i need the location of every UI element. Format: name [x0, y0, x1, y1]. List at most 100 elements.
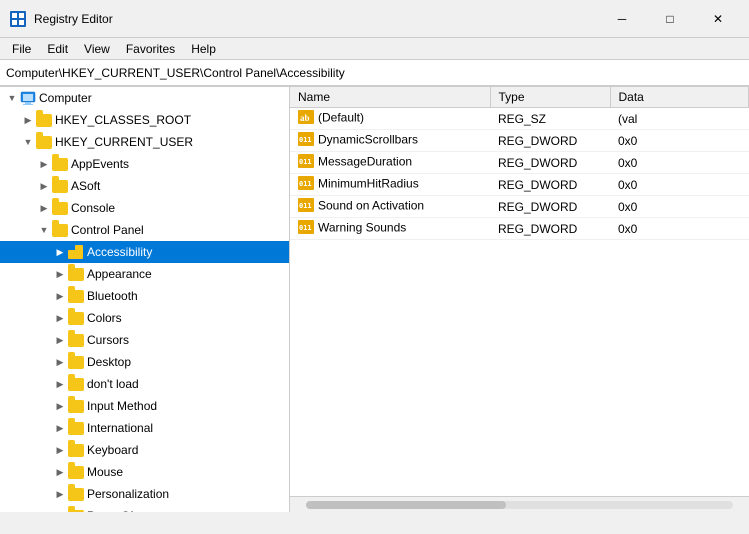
cell-type: REG_DWORD — [490, 196, 610, 218]
table-row[interactable]: 011 Sound on ActivationREG_DWORD0x0 — [290, 196, 749, 218]
menu-help[interactable]: Help — [183, 40, 224, 58]
expand-keyboard[interactable] — [52, 442, 68, 458]
folder-icon-desktop — [68, 354, 84, 370]
tree-item-personalization[interactable]: Personalization — [0, 483, 289, 505]
tree-item-accessibility[interactable]: Accessibility — [0, 241, 289, 263]
close-button[interactable]: ✕ — [695, 4, 741, 34]
expand-hkey-current[interactable] — [20, 134, 36, 150]
menu-view[interactable]: View — [76, 40, 118, 58]
col-data[interactable]: Data — [610, 87, 749, 108]
folder-icon-personalization — [68, 486, 84, 502]
svg-text:011: 011 — [299, 180, 312, 188]
expand-personalization[interactable] — [52, 486, 68, 502]
tree-label-inputmethod: Input Method — [87, 399, 157, 413]
tree-item-colors[interactable]: Colors — [0, 307, 289, 329]
tree-item-mouse[interactable]: Mouse — [0, 461, 289, 483]
address-text: Computer\HKEY_CURRENT_USER\Control Panel… — [6, 66, 345, 80]
minimize-button[interactable]: ─ — [599, 4, 645, 34]
tree-item-asoft[interactable]: ASoft — [0, 175, 289, 197]
expand-hkey-classes[interactable] — [20, 112, 36, 128]
tree-label-appearance: Appearance — [87, 267, 152, 281]
tree-item-appevents[interactable]: AppEvents — [0, 153, 289, 175]
cell-type: REG_SZ — [490, 108, 610, 130]
expand-mouse[interactable] — [52, 464, 68, 480]
tree-item-hkey-classes[interactable]: HKEY_CLASSES_ROOT — [0, 109, 289, 131]
menu-favorites[interactable]: Favorites — [118, 40, 183, 58]
tree-item-powercfg[interactable]: PowerCfg — [0, 505, 289, 512]
expand-powercfg[interactable] — [52, 508, 68, 512]
svg-text:011: 011 — [299, 158, 312, 166]
folder-icon-keyboard — [68, 442, 84, 458]
menu-file[interactable]: File — [4, 40, 39, 58]
col-type[interactable]: Type — [490, 87, 610, 108]
expand-bluetooth[interactable] — [52, 288, 68, 304]
tree-panel: Computer HKEY_CLASSES_ROOT HKEY_CURRENT_… — [0, 87, 290, 512]
table-row[interactable]: 011 Warning SoundsREG_DWORD0x0 — [290, 218, 749, 240]
expand-cursors[interactable] — [52, 332, 68, 348]
tree-label-console: Console — [71, 201, 115, 215]
cell-type: REG_DWORD — [490, 152, 610, 174]
cell-name: 011 MinimumHitRadius — [290, 174, 490, 196]
expand-control-panel[interactable] — [36, 222, 52, 238]
cell-data: 0x0 — [610, 130, 749, 152]
table-row[interactable]: 011 MinimumHitRadiusREG_DWORD0x0 — [290, 174, 749, 196]
cell-name: 011 DynamicScrollbars — [290, 130, 490, 152]
tree-item-keyboard[interactable]: Keyboard — [0, 439, 289, 461]
expand-console[interactable] — [36, 200, 52, 216]
tree-item-dontload[interactable]: don't load — [0, 373, 289, 395]
menu-edit[interactable]: Edit — [39, 40, 76, 58]
table-row[interactable]: 011 DynamicScrollbarsREG_DWORD0x0 — [290, 130, 749, 152]
cell-data: 0x0 — [610, 152, 749, 174]
title-bar: Registry Editor ─ □ ✕ — [0, 0, 749, 38]
expand-dontload[interactable] — [52, 376, 68, 392]
expand-accessibility[interactable] — [52, 244, 68, 260]
col-name[interactable]: Name — [290, 87, 490, 108]
horizontal-scrollbar[interactable] — [290, 496, 749, 512]
folder-icon-mouse — [68, 464, 84, 480]
table-row[interactable]: ab (Default)REG_SZ(val — [290, 108, 749, 130]
default-value-icon: ab — [298, 110, 314, 127]
folder-icon-cursors — [68, 332, 84, 348]
expand-appevents[interactable] — [36, 156, 52, 172]
expand-inputmethod[interactable] — [52, 398, 68, 414]
tree-item-computer[interactable]: Computer — [0, 87, 289, 109]
tree-item-international[interactable]: International — [0, 417, 289, 439]
folder-icon-hkey-current — [36, 134, 52, 150]
tree-item-appearance[interactable]: Appearance — [0, 263, 289, 285]
table-row[interactable]: 011 MessageDurationREG_DWORD0x0 — [290, 152, 749, 174]
tree-item-inputmethod[interactable]: Input Method — [0, 395, 289, 417]
folder-icon-international — [68, 420, 84, 436]
tree-item-bluetooth[interactable]: Bluetooth — [0, 285, 289, 307]
computer-icon — [20, 90, 36, 106]
tree-label-mouse: Mouse — [87, 465, 123, 479]
tree-label-bluetooth: Bluetooth — [87, 289, 138, 303]
entry-name: MinimumHitRadius — [318, 177, 419, 191]
tree-item-desktop[interactable]: Desktop — [0, 351, 289, 373]
maximize-button[interactable]: □ — [647, 4, 693, 34]
expand-desktop[interactable] — [52, 354, 68, 370]
tree-item-cursors[interactable]: Cursors — [0, 329, 289, 351]
tree-item-control-panel[interactable]: Control Panel — [0, 219, 289, 241]
address-bar: Computer\HKEY_CURRENT_USER\Control Panel… — [0, 60, 749, 86]
entry-name: MessageDuration — [318, 155, 412, 169]
tree-item-console[interactable]: Console — [0, 197, 289, 219]
expand-computer[interactable] — [4, 90, 20, 106]
expand-appearance[interactable] — [52, 266, 68, 282]
svg-text:ab: ab — [300, 113, 310, 123]
cell-name: ab (Default) — [290, 108, 490, 130]
cell-name: 011 MessageDuration — [290, 152, 490, 174]
menu-bar: File Edit View Favorites Help — [0, 38, 749, 60]
entry-name: Sound on Activation — [318, 199, 424, 213]
tree-label-personalization: Personalization — [87, 487, 169, 501]
tree-item-hkey-current[interactable]: HKEY_CURRENT_USER — [0, 131, 289, 153]
tree-label-hkey-classes: HKEY_CLASSES_ROOT — [55, 113, 191, 127]
expand-asoft[interactable] — [36, 178, 52, 194]
expand-colors[interactable] — [52, 310, 68, 326]
scrollbar-thumb[interactable] — [306, 501, 506, 509]
folder-icon-asoft — [52, 178, 68, 194]
entry-name: Warning Sounds — [318, 221, 406, 235]
folder-icon-inputmethod — [68, 398, 84, 414]
entry-name: DynamicScrollbars — [318, 133, 418, 147]
expand-international[interactable] — [52, 420, 68, 436]
tree-label-computer: Computer — [39, 91, 92, 105]
